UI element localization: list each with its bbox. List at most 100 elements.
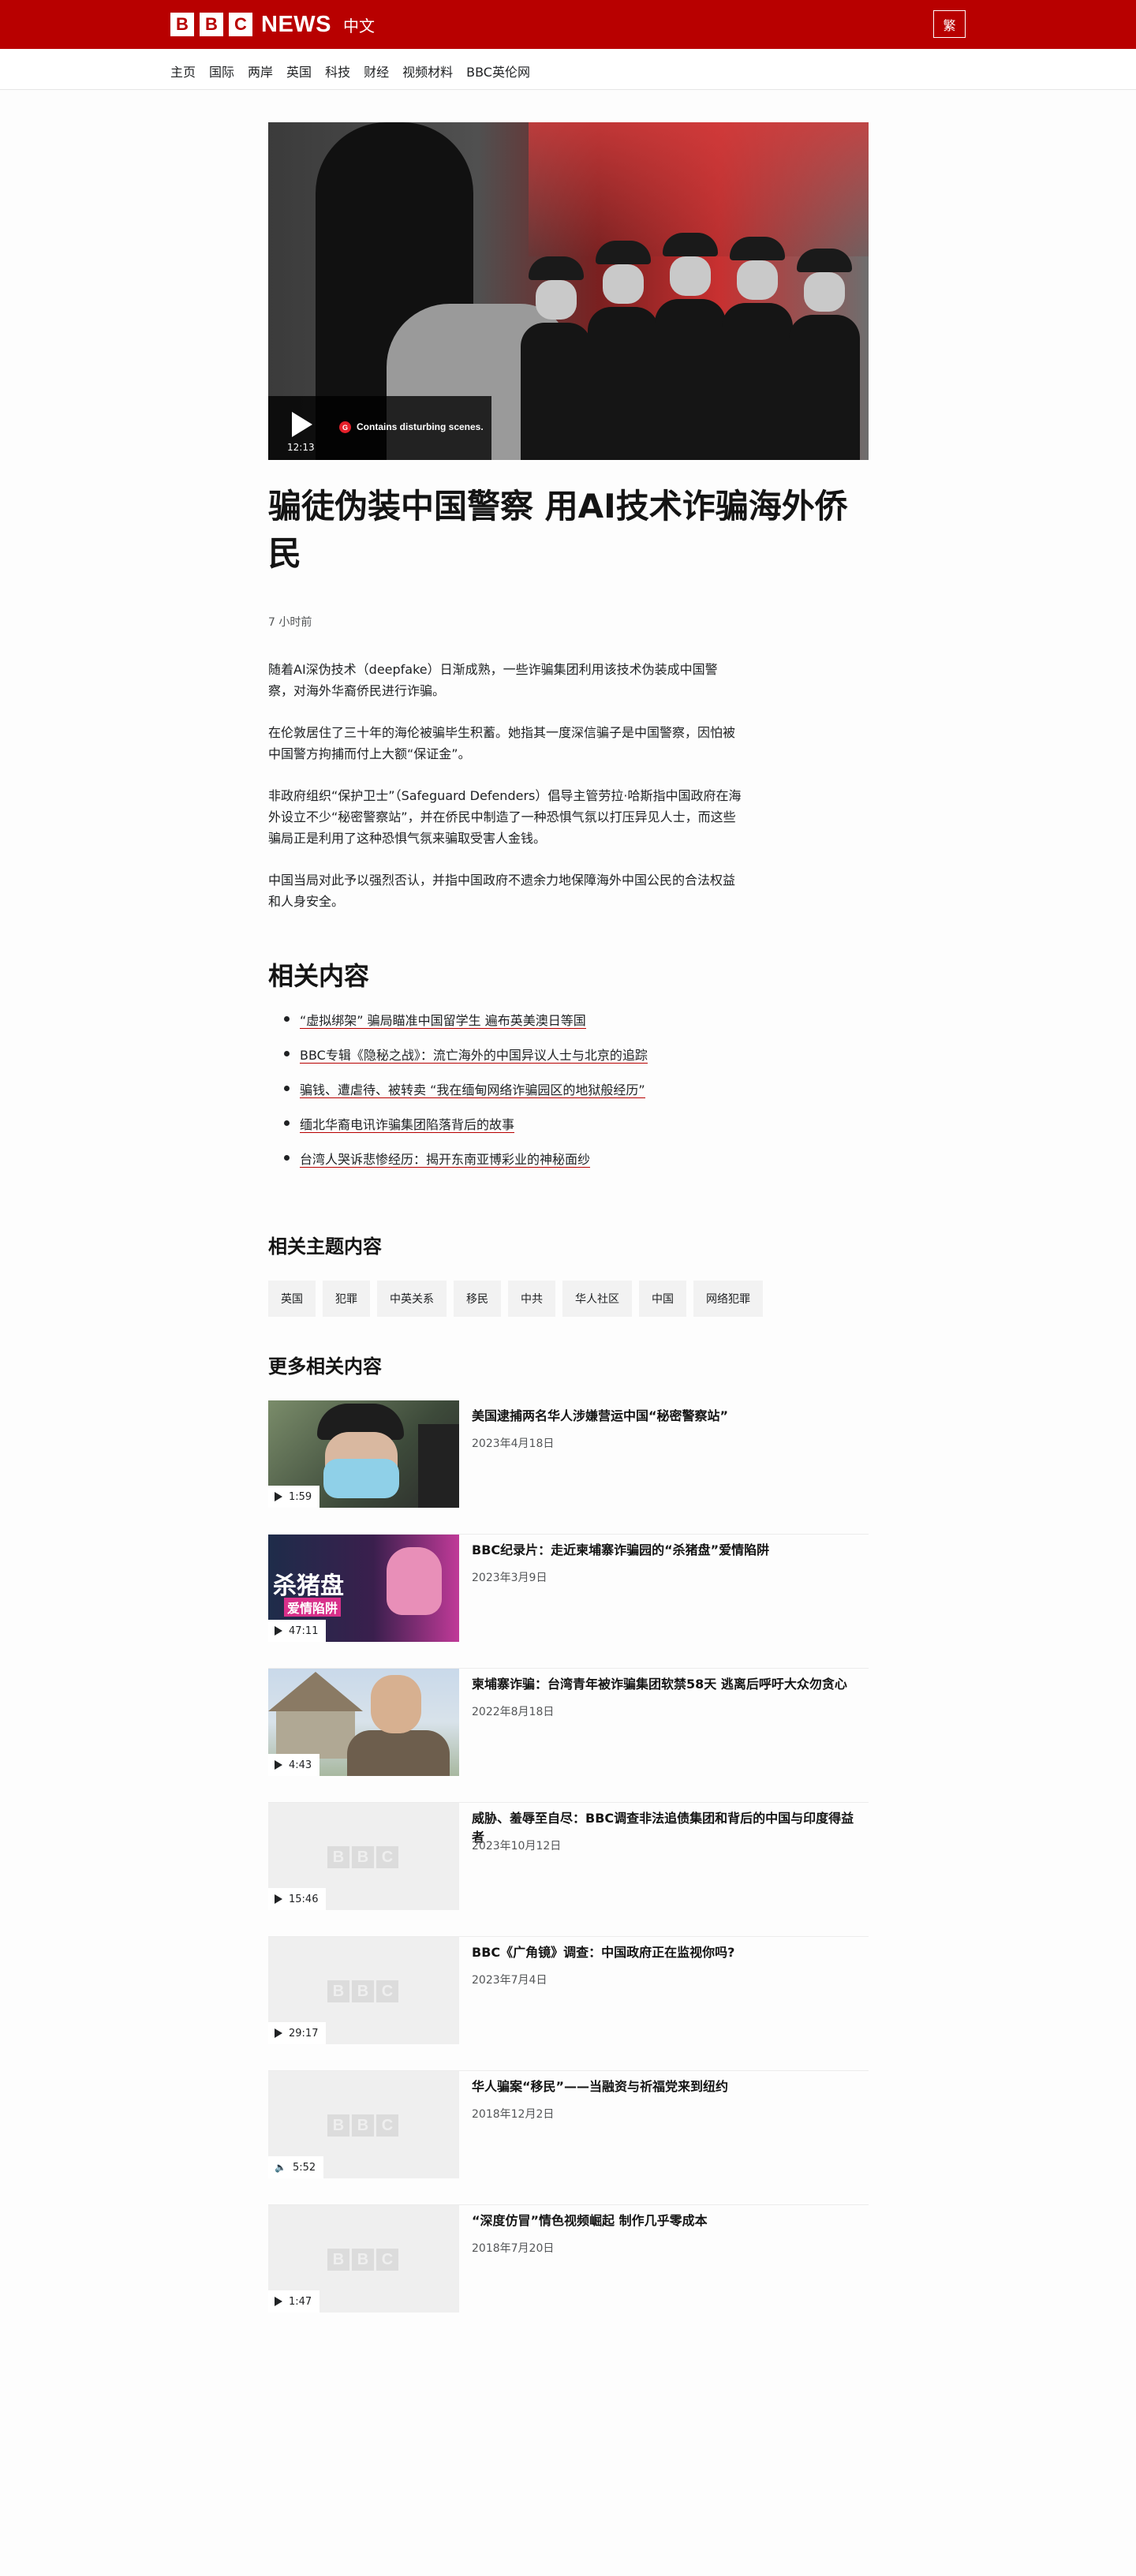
card-duration: 47:11 (289, 1624, 319, 1637)
duration-badge: 🔈 5:52 (268, 2156, 324, 2178)
play-button[interactable]: 12:13 G Contains disturbing scenes. (268, 396, 491, 460)
topics-heading: 相关主题内容 (268, 1236, 382, 1258)
card-duration: 29:17 (289, 2027, 319, 2039)
related-list: “虚拟绑架” 骗局瞄准中国留学生 遍布英美澳日等国 BBC专辑《隐秘之战》：流亡… (284, 1010, 648, 1183)
card-date: 2018年12月2日 (472, 2108, 555, 2121)
logo-language: 中文 (343, 16, 375, 36)
card-date: 2023年10月12日 (472, 1840, 562, 1853)
nav-item-tech[interactable]: 科技 (325, 62, 350, 80)
topic-tag[interactable]: 中英关系 (377, 1281, 447, 1317)
card-duration: 1:59 (289, 1490, 312, 1503)
nav-item-business[interactable]: 财经 (364, 62, 389, 80)
nav-item-video[interactable]: 视频材料 (402, 62, 453, 80)
card-thumbnail: BBC 15:46 (268, 1803, 459, 1910)
play-icon (275, 2028, 282, 2038)
bbc-placeholder-icon: BBC (327, 2249, 398, 2271)
card-title[interactable]: 美国逮捕两名华人涉嫌营运中国“秘密警察站” (472, 1407, 866, 1426)
play-icon (275, 1626, 282, 1636)
article-paragraph: 中国当局对此予以强烈否认，并指中国政府不遗余力地保障海外中国公民的合法权益和人身… (268, 873, 736, 909)
card-duration: 1:47 (289, 2295, 312, 2308)
card-thumbnail: 4:43 (268, 1669, 459, 1776)
nav-item-home[interactable]: 主页 (170, 62, 196, 80)
bbc-news-logo[interactable]: B B C NEWS 中文 (170, 11, 375, 38)
card-title[interactable]: 华人骗案“移民”——当融资与祈福党来到纽约 (472, 2077, 866, 2096)
list-item: BBC专辑《隐秘之战》：流亡海外的中国异议人士与北京的追踪 (284, 1045, 648, 1079)
duration-badge: 4:43 (268, 1754, 320, 1776)
audio-card[interactable]: BBC 🔈 5:52 华人骗案“移民”——当融资与祈福党来到纽约 2018年12月… (268, 2071, 869, 2205)
thumb-text: 杀猪盘 (273, 1572, 344, 1600)
card-thumbnail: BBC 🔈 5:52 (268, 2071, 459, 2178)
content-warning: Contains disturbing scenes. (357, 421, 484, 432)
article-paragraph: 随着AI深伪技术（deepfake）日渐成熟，一些诈骗集团利用该技术伪装成中国警… (268, 662, 718, 698)
card-duration: 15:46 (289, 1893, 319, 1905)
nav-item-bbc-uk-china[interactable]: BBC英伦网 (466, 62, 530, 80)
video-card[interactable]: 杀猪盘 爱情陷阱 47:11 BBC纪录片：走近柬埔寨诈骗园的“杀猪盘”爱情陷阱 … (268, 1535, 869, 1669)
play-icon (292, 412, 312, 437)
card-date: 2018年7月20日 (472, 2242, 555, 2255)
video-card[interactable]: 4:43 柬埔寨诈骗：台湾青年被诈骗集团软禁58天 逃离后呼吁大众勿贪心 202… (268, 1669, 869, 1803)
nav-item-uk[interactable]: 英国 (286, 62, 312, 80)
card-title[interactable]: BBC《广角镜》调查：中国政府正在监视你吗? (472, 1943, 866, 1962)
nav-item-international[interactable]: 国际 (209, 62, 234, 80)
duration-badge: 1:47 (268, 2290, 320, 2312)
hero-video[interactable]: 12:13 G Contains disturbing scenes. (268, 122, 869, 460)
logo-letter: B (200, 13, 223, 36)
card-title[interactable]: BBC纪录片：走近柬埔寨诈骗园的“杀猪盘”爱情陷阱 (472, 1541, 866, 1560)
article-headline: 骗徒伪装中国警察 用AI技术诈骗海外侨民 (268, 487, 848, 573)
top-bar: B B C NEWS 中文 繁 (0, 0, 1136, 49)
duration-badge: 1:59 (268, 1486, 320, 1508)
topic-tag[interactable]: 华人社区 (562, 1281, 632, 1317)
logo-letter: C (229, 13, 252, 36)
video-card[interactable]: BBC 15:46 威胁、羞辱至自尽：BBC调查非法追债集团和背后的中国与印度得… (268, 1803, 869, 1937)
play-icon (275, 2297, 282, 2306)
duration-badge: 47:11 (268, 1620, 327, 1642)
duration-badge: 29:17 (268, 2022, 327, 2044)
list-item: “虚拟绑架” 骗局瞄准中国留学生 遍布英美澳日等国 (284, 1010, 648, 1045)
topic-tag[interactable]: 犯罪 (323, 1281, 370, 1317)
related-link[interactable]: BBC专辑《隐秘之战》：流亡海外的中国异议人士与北京的追踪 (300, 1048, 648, 1064)
card-title[interactable]: 柬埔寨诈骗：台湾青年被诈骗集团软禁58天 逃离后呼吁大众勿贪心 (472, 1675, 866, 1694)
card-date: 2023年7月4日 (472, 1974, 547, 1987)
topic-tag[interactable]: 英国 (268, 1281, 316, 1317)
hero-officers (521, 233, 869, 460)
duration-badge: 15:46 (268, 1888, 327, 1910)
video-card[interactable]: 1:59 美国逮捕两名华人涉嫌营运中国“秘密警察站” 2023年4月18日 (268, 1400, 869, 1535)
video-card[interactable]: BBC 1:47 “深度仿冒”情色视频崛起 制作几乎零成本 2018年7月20日 (268, 2205, 869, 2339)
related-link[interactable]: 台湾人哭诉悲惨经历：揭开东南亚博彩业的神秘面纱 (300, 1152, 591, 1168)
related-link[interactable]: 缅北华裔电讯诈骗集团陷落背后的故事 (300, 1117, 515, 1133)
bbc-placeholder-icon: BBC (327, 1846, 398, 1868)
speaker-icon: 🔈 (275, 2162, 286, 2173)
related-heading: 相关内容 (268, 961, 370, 991)
card-title[interactable]: “深度仿冒”情色视频崛起 制作几乎零成本 (472, 2211, 866, 2230)
bbc-placeholder-icon: BBC (327, 2114, 398, 2137)
card-thumbnail: 杀猪盘 爱情陷阱 47:11 (268, 1535, 459, 1642)
more-list: 1:59 美国逮捕两名华人涉嫌营运中国“秘密警察站” 2023年4月18日 杀猪… (268, 1400, 869, 2339)
topic-tag[interactable]: 中国 (639, 1281, 686, 1317)
guidance-icon: G (339, 421, 351, 433)
logo-letter: B (170, 13, 194, 36)
related-link[interactable]: “虚拟绑架” 骗局瞄准中国留学生 遍布英美澳日等国 (300, 1013, 586, 1029)
list-item: 台湾人哭诉悲惨经历：揭开东南亚博彩业的神秘面纱 (284, 1149, 648, 1183)
nav-item-cross-strait[interactable]: 两岸 (248, 62, 273, 80)
topic-tags: 英国 犯罪 中英关系 移民 中共 华人社区 中国 网络犯罪 (268, 1281, 763, 1317)
more-heading: 更多相关内容 (268, 1355, 382, 1378)
video-duration: 12:13 (287, 442, 315, 453)
topic-tag[interactable]: 移民 (454, 1281, 501, 1317)
list-item: 骗钱、遭虐待、被转卖 “我在缅甸网络诈骗园区的地狱般经历” (284, 1079, 648, 1114)
article-paragraph: 在伦敦居住了三十年的海伦被骗毕生积蓄。她指其一度深信骗子是中国警察，因怕被中国警… (268, 725, 736, 761)
topic-tag[interactable]: 中共 (508, 1281, 555, 1317)
thumb-text: 爱情陷阱 (284, 1598, 342, 1617)
traditional-script-toggle[interactable]: 繁 (933, 10, 966, 38)
video-card[interactable]: BBC 29:17 BBC《广角镜》调查：中国政府正在监视你吗? 2023年7月… (268, 1937, 869, 2071)
bbc-placeholder-icon: BBC (327, 1980, 398, 2002)
article-timestamp: 7 小时前 (268, 616, 312, 629)
card-thumbnail: 1:59 (268, 1400, 459, 1508)
logo-news: NEWS (261, 11, 331, 37)
article-paragraph: 非政府组织“保护卫士”（Safeguard Defenders）倡导主管劳拉·哈… (268, 788, 742, 846)
card-duration: 4:43 (289, 1759, 312, 1771)
topic-tag[interactable]: 网络犯罪 (693, 1281, 763, 1317)
play-icon (275, 1894, 282, 1904)
related-link[interactable]: 骗钱、遭虐待、被转卖 “我在缅甸网络诈骗园区的地狱般经历” (300, 1082, 645, 1098)
card-thumbnail: BBC 1:47 (268, 2205, 459, 2312)
play-icon (275, 1760, 282, 1770)
